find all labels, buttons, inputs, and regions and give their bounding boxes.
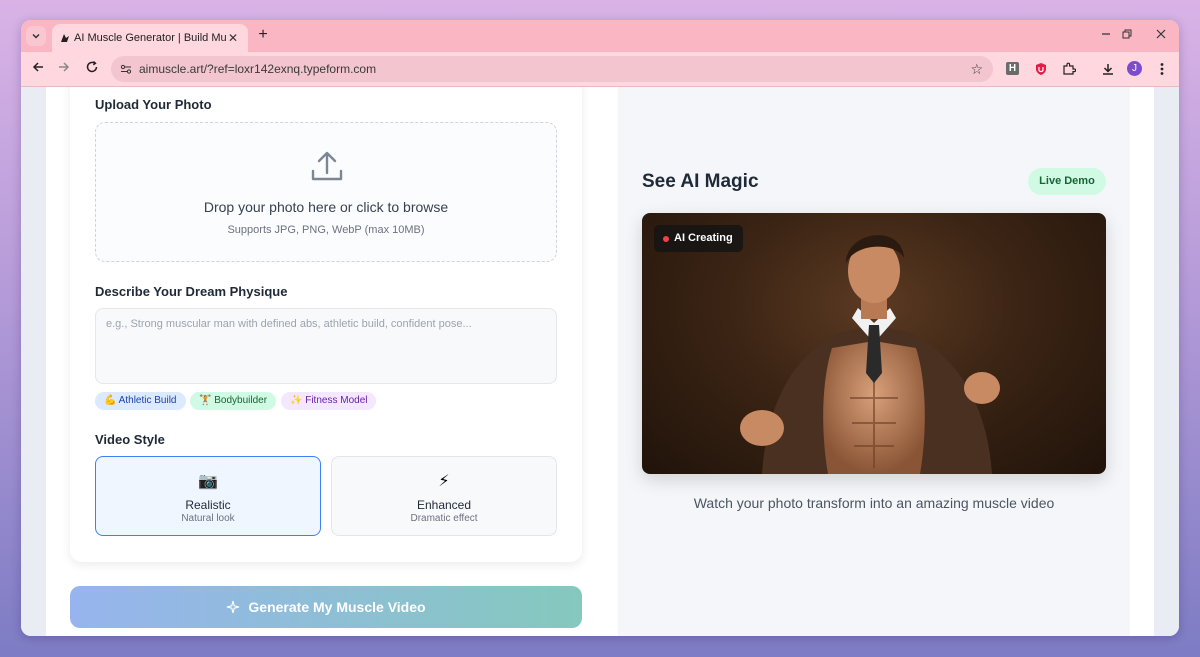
sparkles-icon <box>227 600 240 614</box>
site-info-icon[interactable] <box>119 62 133 76</box>
arrow-left-icon <box>32 62 43 72</box>
profile-avatar[interactable]: J <box>1127 61 1142 76</box>
bookmark-star-icon[interactable]: ☆ <box>970 61 983 78</box>
restore-icon <box>1122 29 1132 39</box>
dropzone-sub-text: Supports JPG, PNG, WebP (max 10MB) <box>227 224 425 236</box>
video-style-label: Video Style <box>95 432 165 447</box>
more-vert-icon <box>1160 63 1164 75</box>
back-button[interactable] <box>29 60 47 78</box>
extension-h-icon[interactable]: H <box>1006 62 1019 75</box>
physique-placeholder: e.g., Strong muscular man with defined a… <box>106 318 472 330</box>
physique-description-input[interactable]: e.g., Strong muscular man with defined a… <box>95 308 557 384</box>
page-content: Upload Your Photo Drop your photo here o… <box>21 87 1179 636</box>
demo-caption: Watch your photo transform into an amazi… <box>693 495 1055 511</box>
describe-label: Describe Your Dream Physique <box>95 284 288 299</box>
forward-button[interactable] <box>55 60 73 78</box>
chip-athletic-build[interactable]: 💪 Athletic Build <box>95 392 186 410</box>
demo-preview-image: AI Creating <box>642 213 1106 474</box>
arrow-right-icon <box>59 62 70 72</box>
extension-h-label: H <box>1008 63 1017 74</box>
style-desc: Natural look <box>181 513 235 524</box>
new-tab-button[interactable]: + <box>253 26 273 46</box>
photo-dropzone[interactable]: Drop your photo here or click to browse … <box>95 122 557 262</box>
browser-tab[interactable]: AI Muscle Generator | Build Mu ✕ <box>52 24 248 52</box>
dropzone-main-text: Drop your photo here or click to browse <box>203 199 449 215</box>
recording-dot-icon <box>663 236 669 242</box>
style-enhanced-option[interactable]: ⚡ Enhanced Dramatic effect <box>331 456 557 536</box>
style-realistic-option[interactable]: 📷 Realistic Natural look <box>95 456 321 536</box>
ai-creating-badge: AI Creating <box>654 225 743 252</box>
upload-label: Upload Your Photo <box>95 97 212 112</box>
browser-toolbar: aimuscle.art/?ref=loxr142exnq.typeform.c… <box>21 52 1179 87</box>
tab-close-icon[interactable]: ✕ <box>226 31 240 45</box>
style-name: Enhanced <box>416 498 472 512</box>
profile-initial: J <box>1132 63 1137 74</box>
url-text: aimuscle.art/?ref=loxr142exnq.typeform.c… <box>139 62 377 76</box>
demo-title: See AI Magic <box>642 171 759 192</box>
close-window-button[interactable] <box>1152 27 1170 45</box>
style-name: Realistic <box>185 498 231 512</box>
live-demo-badge: Live Demo <box>1028 168 1106 195</box>
chevron-down-icon <box>32 33 40 39</box>
puzzle-icon <box>1063 62 1076 75</box>
tab-search-button[interactable] <box>26 26 46 46</box>
chip-bodybuilder[interactable]: 🏋 Bodybuilder <box>190 392 277 410</box>
downloads-icon[interactable] <box>1100 61 1116 77</box>
minimize-icon <box>1102 33 1110 35</box>
style-desc: Dramatic effect <box>410 513 478 524</box>
lightning-icon: ⚡ <box>438 473 450 490</box>
chip-fitness-model[interactable]: ✨ Fitness Model <box>281 392 377 410</box>
restore-button[interactable] <box>1118 27 1136 45</box>
tab-title: AI Muscle Generator | Build Mu <box>74 32 226 44</box>
muscle-man-illustration <box>740 235 1000 474</box>
browser-menu-icon[interactable] <box>1154 61 1170 77</box>
extensions-puzzle-icon[interactable] <box>1061 61 1077 77</box>
shield-icon <box>1036 63 1046 75</box>
generate-video-button[interactable]: Generate My Muscle Video <box>70 586 582 628</box>
reload-icon <box>86 60 98 73</box>
shield-extension-icon[interactable] <box>1033 61 1049 77</box>
generate-label: Generate My Muscle Video <box>248 599 426 615</box>
tab-strip: AI Muscle Generator | Build Mu ✕ + <box>21 20 1179 52</box>
minimize-button[interactable] <box>1097 27 1115 45</box>
ai-creating-label: AI Creating <box>674 232 733 244</box>
upload-icon <box>311 151 343 181</box>
site-favicon-icon <box>61 34 69 42</box>
reload-button[interactable] <box>83 60 101 78</box>
browser-window: AI Muscle Generator | Build Mu ✕ + aimus… <box>21 20 1179 636</box>
camera-icon: 📷 <box>198 473 218 490</box>
address-bar[interactable]: aimuscle.art/?ref=loxr142exnq.typeform.c… <box>111 56 993 82</box>
download-icon <box>1103 64 1113 75</box>
close-icon <box>1156 29 1166 39</box>
upload-form-card: Upload Your Photo Drop your photo here o… <box>70 87 582 562</box>
